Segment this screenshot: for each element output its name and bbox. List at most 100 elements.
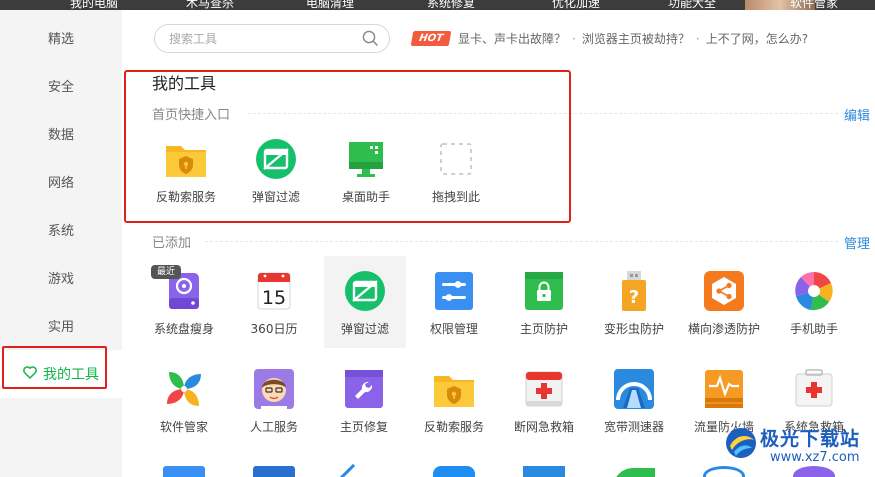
tool-label: 拖拽到此 <box>431 190 480 204</box>
tool-label: 横向渗透防护 <box>687 322 760 336</box>
tool-label: 权限管理 <box>429 322 478 336</box>
tool-icon-partial[interactable] <box>338 464 368 477</box>
tool-icon-partial[interactable] <box>253 466 295 477</box>
top-nav-item[interactable]: 优化加速 <box>552 0 600 10</box>
tool-amoeba-protect[interactable]: ? 变形虫防护 <box>588 270 678 360</box>
tool-label: 软件管家 <box>159 420 208 434</box>
top-nav-item[interactable]: 我的电脑 <box>70 0 118 10</box>
top-nav-item[interactable]: 电脑清理 <box>306 0 354 10</box>
tool-label: 宽带测速器 <box>603 420 664 434</box>
tool-icon-partial[interactable] <box>433 466 475 477</box>
tool-homepage-protect[interactable]: 主页防护 <box>498 270 588 360</box>
manage-link[interactable]: 管理 <box>844 233 870 252</box>
hot-badge: HOT <box>410 31 452 46</box>
tool-lateral-penetration-protect[interactable]: 横向渗透防护 <box>678 270 768 360</box>
heart-icon <box>23 365 37 383</box>
tool-label: 变形虫防护 <box>603 322 664 336</box>
divider <box>205 241 838 242</box>
tool-label: 弹窗过滤 <box>340 322 389 336</box>
tool-software-manager[interactable]: 软件管家 <box>138 368 228 458</box>
usb-question-icon: ? <box>622 271 646 311</box>
hot-topic-link[interactable]: 上不了网，怎么办? <box>706 32 808 46</box>
tool-network-first-aid[interactable]: 断网急救箱 <box>498 368 588 458</box>
sidebar-item-label: 精选 <box>47 31 74 47</box>
tool-popup-filter-hover[interactable]: 弹窗过滤 <box>324 256 406 348</box>
top-nav-bar: 我的电脑 木马查杀 电脑清理 系统修复 优化加速 功能大全 软件管家 <box>0 0 875 10</box>
search-box <box>154 24 390 53</box>
tool-label: 系统盘瘦身 <box>153 322 214 336</box>
watermark-logo-icon <box>726 428 756 458</box>
divider <box>248 113 838 114</box>
tool-label: 反勒索服务 <box>155 190 216 204</box>
quick-tool-drop-here[interactable]: 拖拽到此 <box>410 138 500 228</box>
sidebar-item-label: 系统 <box>47 223 74 239</box>
sidebar-item-label: 我的工具 <box>43 367 99 383</box>
separator: · <box>695 32 700 46</box>
tool-icon-partial[interactable] <box>163 466 205 477</box>
sidebar-item-utility[interactable]: 实用 <box>0 301 122 349</box>
tool-human-service[interactable]: 人工服务 <box>228 368 318 458</box>
sidebar-item-security[interactable]: 安全 <box>0 61 122 109</box>
separator: · <box>572 32 576 46</box>
share-hexagon-icon <box>704 271 744 311</box>
tool-phone-assistant[interactable]: 手机助手 <box>768 270 858 360</box>
homepage-lock-icon <box>525 272 563 310</box>
tool-system-disk-slim[interactable]: 系统盘瘦身 <box>138 270 228 360</box>
search-icon[interactable] <box>362 30 379 47</box>
tool-label: 主页修复 <box>339 420 388 434</box>
edit-link[interactable]: 编辑 <box>844 105 870 124</box>
speed-gauge-icon <box>614 369 654 409</box>
sidebar-item-data[interactable]: 数据 <box>0 109 122 157</box>
page-title: 我的工具 <box>152 74 217 93</box>
tool-icon-partial[interactable] <box>523 466 565 477</box>
tool-label: 360日历 <box>250 322 298 336</box>
sidebar-item-featured[interactable]: 精选 <box>0 13 122 61</box>
tool-label: 手机助手 <box>789 322 838 336</box>
shield-folder-icon <box>166 146 206 177</box>
desktop-monitor-icon <box>349 142 383 177</box>
top-nav-item[interactable]: 木马查杀 <box>186 0 234 10</box>
search-input[interactable] <box>169 30 349 48</box>
quick-tool-desktop-assistant[interactable]: 桌面助手 <box>320 138 410 228</box>
tool-icon-partial[interactable] <box>613 468 655 477</box>
phone-color-wheel-icon <box>795 271 833 311</box>
svg-text:?: ? <box>629 287 639 308</box>
sidebar-item-system[interactable]: 系统 <box>0 205 122 253</box>
sidebar-item-label: 数据 <box>47 127 74 143</box>
sidebar-item-network[interactable]: 网络 <box>0 157 122 205</box>
quick-tool-popup-filter[interactable]: 弹窗过滤 <box>230 138 320 228</box>
recent-badge: 最近 <box>151 265 181 279</box>
app-window: 我的电脑 木马查杀 电脑清理 系统修复 优化加速 功能大全 软件管家 精选 安全… <box>0 0 875 477</box>
tool-label: 反勒索服务 <box>423 420 484 434</box>
sidebar-item-my-tools[interactable]: 我的工具 <box>0 350 122 398</box>
first-aid-box-icon <box>525 371 563 407</box>
tool-label: 断网急救箱 <box>513 420 574 434</box>
tool-label: 人工服务 <box>249 420 298 434</box>
sidebar-item-label: 网络 <box>47 175 74 191</box>
hot-topic-link[interactable]: 浏览器主页被劫持？ <box>582 32 690 46</box>
top-nav-item[interactable]: 软件管家 <box>790 0 838 10</box>
system-aid-box-icon <box>795 369 833 407</box>
popup-block-icon <box>256 139 296 179</box>
tool-permission-manager[interactable]: 权限管理 <box>408 270 498 360</box>
hot-topic-link[interactable]: 显卡、声卡出故障？ <box>458 32 566 46</box>
service-agent-icon <box>254 369 294 409</box>
hot-topics: 显卡、声卡出故障？ · 浏览器主页被劫持？ · 上不了网，怎么办? <box>458 30 808 47</box>
permission-toggle-icon <box>435 272 473 310</box>
site-watermark: 极光下载站 www.xz7.com <box>720 420 870 472</box>
shield-folder-icon <box>434 376 474 407</box>
calendar-icon: 15 <box>257 272 291 310</box>
watermark-name: 极光下载站 <box>760 428 861 450</box>
tool-ransomware-service[interactable]: 反勒索服务 <box>408 368 498 458</box>
tool-label: 桌面助手 <box>341 190 390 204</box>
calendar-day: 15 <box>262 287 286 309</box>
sidebar-item-label: 安全 <box>47 79 74 95</box>
top-nav-item[interactable]: 功能大全 <box>668 0 716 10</box>
top-nav-item[interactable]: 系统修复 <box>427 0 475 10</box>
tool-360-calendar[interactable]: 15 360日历 <box>228 270 318 360</box>
quick-tool-ransomware[interactable]: 反勒索服务 <box>140 138 230 228</box>
tool-homepage-repair[interactable]: 主页修复 <box>318 368 408 458</box>
tool-broadband-speed-test[interactable]: 宽带测速器 <box>588 368 678 458</box>
wrench-repair-icon <box>345 370 383 408</box>
sidebar-item-games[interactable]: 游戏 <box>0 253 122 301</box>
